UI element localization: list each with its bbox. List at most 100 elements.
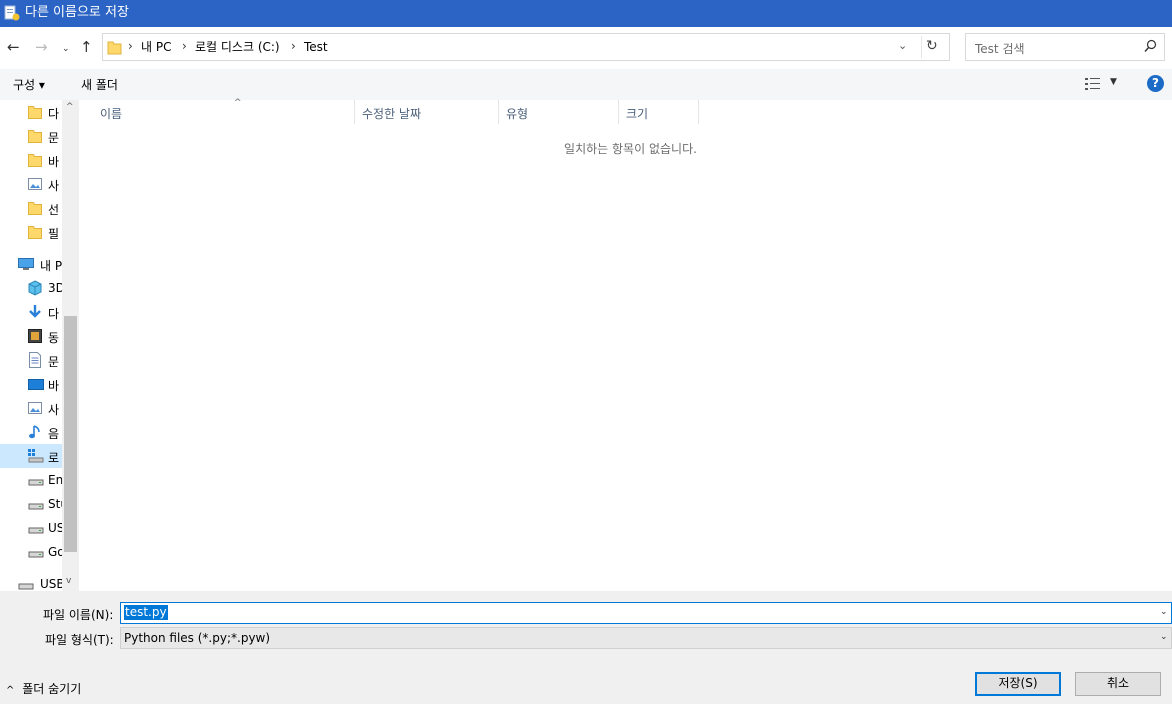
- filename-label: 파일 이름(N):: [43, 608, 114, 622]
- empty-message: 일치하는 항목이 없습니다.: [564, 142, 697, 156]
- nav-item[interactable]: 바: [0, 148, 62, 172]
- scrollbar-thumb[interactable]: [64, 316, 77, 552]
- nav-item-label: 동: [48, 331, 60, 345]
- recent-locations-chevron-icon[interactable]: ⌄: [62, 41, 70, 57]
- desktop-icon: [28, 376, 44, 392]
- chevron-right-icon: ›: [182, 39, 187, 53]
- nav-item[interactable]: 3D: [0, 276, 65, 300]
- hide-folders-toggle[interactable]: ^ 폴더 숨기기: [6, 680, 81, 697]
- folder-icon: [107, 41, 122, 55]
- nav-item-label: 사: [48, 403, 60, 417]
- nav-item-label: 문: [48, 355, 60, 369]
- nav-item-label: 바: [48, 379, 60, 393]
- cancel-button[interactable]: 취소: [1075, 672, 1161, 696]
- filename-dropdown-icon[interactable]: ⌄: [1160, 607, 1168, 617]
- nav-item[interactable]: 내 P: [0, 252, 62, 276]
- nav-item-label: USB: [40, 577, 65, 591]
- nav-item[interactable]: 동: [0, 324, 62, 348]
- nav-item[interactable]: 로: [0, 444, 62, 468]
- chevron-right-icon: ›: [128, 39, 133, 53]
- organize-button[interactable]: 구성 ▾: [13, 76, 45, 93]
- nav-item-label: 사: [48, 179, 60, 193]
- filetype-value: Python files (*.py;*.pyw): [124, 631, 271, 645]
- folder-icon: [28, 224, 42, 240]
- local-disk-icon: [28, 448, 44, 464]
- save-button[interactable]: 저장(S): [975, 672, 1061, 696]
- search-icon[interactable]: [1144, 39, 1157, 53]
- search-box[interactable]: Test 검색: [965, 33, 1165, 61]
- folder-icon: [28, 104, 42, 120]
- address-dropdown-icon[interactable]: ⌄: [898, 39, 907, 52]
- nav-item-label: 필: [48, 227, 60, 241]
- divider: [921, 36, 922, 58]
- navigation-pane: 다문바사선필내 P 3D 다 동 문 바 사 음 로 En Stu US Go USB ^ v: [0, 100, 79, 591]
- nav-item-label: 문: [48, 131, 60, 145]
- nav-item-label: 바: [48, 155, 60, 169]
- forward-arrow-icon[interactable]: →: [35, 39, 48, 55]
- nav-item[interactable]: 음: [0, 420, 62, 444]
- drive-icon: [28, 472, 44, 488]
- nav-item[interactable]: 선: [0, 196, 62, 220]
- address-bar[interactable]: › 내 PC › 로컬 디스크 (C:) › Test ⌄ ↻: [102, 33, 950, 61]
- up-arrow-icon[interactable]: ↑: [80, 39, 93, 55]
- nav-item-label: 다: [48, 107, 60, 121]
- nav-scrollbar[interactable]: ^ v: [62, 100, 79, 591]
- filetype-select[interactable]: Python files (*.py;*.pyw) ⌄: [120, 627, 1172, 649]
- nav-item[interactable]: 문: [0, 348, 62, 372]
- chevron-right-icon: ›: [291, 39, 296, 53]
- scroll-up-icon[interactable]: ^: [66, 102, 74, 112]
- nav-item[interactable]: Stu: [0, 492, 68, 516]
- filetype-dropdown-icon[interactable]: ⌄: [1160, 632, 1168, 642]
- nav-item-label: 다: [48, 307, 60, 321]
- column-date-label: 수정한 날짜: [362, 107, 422, 121]
- videos-icon: [28, 328, 42, 344]
- crumb-local-disk[interactable]: 로컬 디스크 (C:): [195, 40, 280, 54]
- save-dialog-icon: [4, 5, 20, 21]
- music-icon: [28, 424, 42, 440]
- new-folder-button[interactable]: 새 폴더: [81, 76, 118, 93]
- folder-icon: [28, 152, 42, 168]
- column-date-modified[interactable]: 수정한 날짜: [355, 100, 499, 124]
- title-bar: 다른 이름으로 저장: [0, 0, 1172, 27]
- nav-item[interactable]: US: [0, 516, 64, 540]
- refresh-icon[interactable]: ↻: [926, 38, 938, 54]
- column-size[interactable]: 크기: [619, 100, 699, 124]
- filename-value: test.py: [124, 605, 168, 620]
- column-type[interactable]: 유형: [499, 100, 619, 124]
- scroll-down-icon[interactable]: v: [66, 576, 71, 586]
- documents-icon: [28, 352, 42, 368]
- sort-ascending-icon: ^: [234, 98, 242, 108]
- nav-item[interactable]: 다: [0, 300, 62, 324]
- 3d-objects-icon: [28, 280, 42, 296]
- help-button[interactable]: ?: [1147, 75, 1164, 92]
- nav-item[interactable]: 다: [0, 100, 62, 124]
- folder-icon: [28, 200, 42, 216]
- nav-item[interactable]: USB: [0, 572, 65, 591]
- column-name[interactable]: 이름 ^: [93, 98, 355, 124]
- column-size-label: 크기: [626, 107, 649, 121]
- crumb-this-pc[interactable]: 내 PC: [141, 40, 171, 54]
- view-options-icon[interactable]: [1084, 77, 1102, 91]
- nav-item[interactable]: 사: [0, 396, 62, 420]
- file-list[interactable]: 이름 ^ 수정한 날짜 유형 크기 일치하는 항목이 없습니다.: [79, 98, 1172, 591]
- nav-item[interactable]: Go: [0, 540, 65, 564]
- view-dropdown-icon[interactable]: ▼: [1110, 77, 1117, 87]
- usb-drive-icon: [18, 576, 34, 591]
- drive-icon: [28, 496, 44, 512]
- this-pc-icon: [18, 256, 34, 272]
- column-type-label: 유형: [506, 107, 529, 121]
- filename-input[interactable]: test.py ⌄: [120, 602, 1172, 624]
- command-bar: 구성 ▾ 새 폴더 ▼ ?: [0, 69, 1172, 100]
- nav-item-label: 음: [48, 427, 60, 441]
- nav-item[interactable]: 문: [0, 124, 62, 148]
- address-row: ← → ⌄ ↑ › 내 PC › 로컬 디스크 (C:) › Test ⌄ ↻ …: [0, 27, 1172, 69]
- nav-item[interactable]: En: [0, 468, 64, 492]
- window-title: 다른 이름으로 저장: [25, 5, 129, 20]
- nav-item-label: En: [48, 473, 64, 487]
- crumb-test[interactable]: Test: [304, 40, 328, 54]
- back-arrow-icon[interactable]: ←: [7, 39, 20, 55]
- nav-item[interactable]: 필: [0, 220, 62, 244]
- nav-item[interactable]: 사: [0, 172, 62, 196]
- nav-item[interactable]: 바: [0, 372, 62, 396]
- nav-item-label: 내 P: [40, 259, 63, 273]
